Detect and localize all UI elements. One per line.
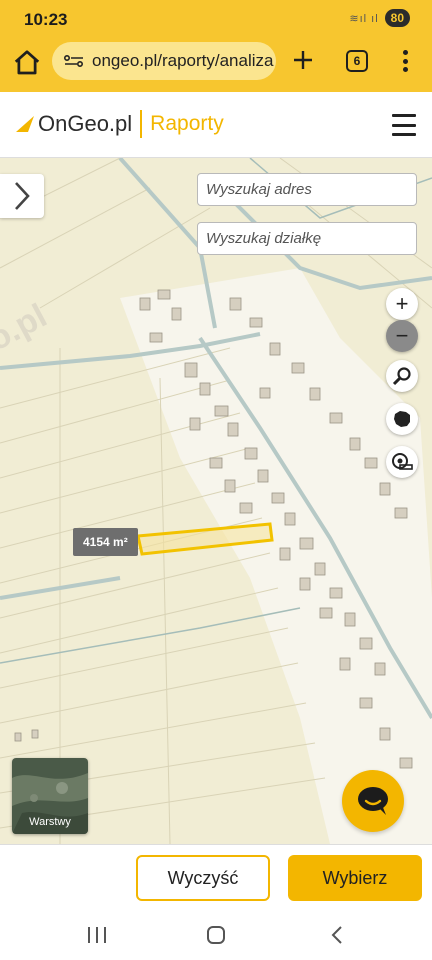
browser-menu-icon[interactable] [402,50,408,72]
logo-mark-icon [16,116,34,132]
new-tab-icon[interactable] [292,49,314,71]
poland-map-icon [394,411,410,427]
url-text: ongeo.pl/raporty/analiza [92,51,274,70]
tab-switcher-button[interactable]: 6 [346,50,368,72]
tape-measure-icon [392,453,413,470]
map-view[interactable]: o.pl + − 4154 m² [0,158,432,844]
home-icon[interactable] [12,48,42,78]
action-bar: Wyczyść Wybierz [0,844,432,910]
measure-tool-button[interactable] [386,446,418,478]
layers-button[interactable]: Warstwy [12,758,88,834]
logo-subtitle: Raporty [150,112,224,135]
recent-apps-icon[interactable] [88,927,106,943]
status-icons: ≋ıl ıl 80 [349,9,410,27]
chat-button[interactable] [342,770,404,832]
hamburger-menu-icon[interactable] [392,114,416,136]
system-navigation-bar [0,910,432,960]
search-map-button[interactable] [386,360,418,392]
magnifier-icon [392,367,411,386]
zoom-in-button[interactable]: + [386,288,418,320]
battery-indicator: 80 [384,9,410,27]
select-button[interactable]: Wybierz [288,855,422,901]
site-logo[interactable]: OnGeo.pl Raporty [14,110,224,138]
country-view-button[interactable] [386,403,418,435]
zoom-out-button[interactable]: − [386,320,418,352]
status-time: 10:23 [24,10,68,29]
logo-separator [140,110,143,138]
parcel-area-label: 4154 m² [73,528,138,556]
site-header: OnGeo.pl Raporty [0,92,432,158]
search-address-input[interactable] [197,173,417,206]
layers-label: Warstwy [29,816,71,828]
chevron-right-icon [15,182,30,210]
site-settings-icon[interactable] [64,54,84,68]
address-bar[interactable]: ongeo.pl/raporty/analiza [52,42,276,80]
clear-button[interactable]: Wyczyść [136,855,270,901]
home-nav-icon[interactable] [207,926,225,944]
back-icon[interactable] [330,925,344,945]
wifi-signal-icon: ≋ıl ıl [349,12,379,25]
side-panel-toggle-button[interactable] [0,174,44,218]
browser-chrome: 10:23 ≋ıl ıl 80 ongeo.pl/raporty/analiza… [0,0,432,92]
chat-bubble-icon [358,787,388,815]
map-canvas[interactable]: o.pl [0,158,432,844]
logo-text: OnGeo.pl [38,111,133,136]
search-parcel-input[interactable] [197,222,417,255]
